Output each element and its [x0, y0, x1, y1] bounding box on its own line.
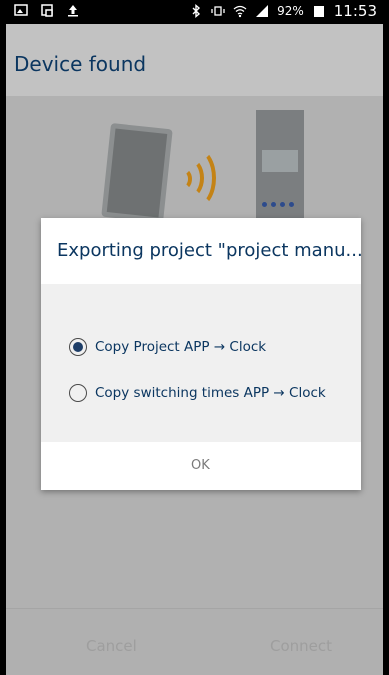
phone-illustration	[101, 123, 173, 223]
device-leds	[262, 202, 294, 207]
clock-device-illustration	[256, 110, 304, 218]
cast-icon	[41, 4, 53, 17]
dialog-title-bar: Exporting project "project manu...	[41, 218, 363, 284]
dialog-title: Exporting project "project manu...	[57, 240, 363, 261]
status-bar: 92% 11:53	[6, 0, 383, 24]
connect-button[interactable]: Connect	[270, 637, 332, 655]
option-copy-switching-times[interactable]: Copy switching times APP → Clock	[69, 384, 326, 402]
battery-icon	[313, 6, 324, 17]
vibrate-icon	[211, 6, 225, 16]
radio-unselected-icon[interactable]	[69, 384, 87, 402]
image-icon	[14, 4, 28, 16]
signal-wave-icon	[178, 148, 216, 208]
screen: 92% 11:53 Device found Cancel Connect Ex…	[6, 0, 383, 675]
ok-button[interactable]: OK	[41, 442, 361, 490]
upload-icon	[68, 5, 78, 17]
signal-icon	[256, 5, 269, 17]
bluetooth-icon	[192, 4, 201, 18]
device-display	[262, 150, 298, 172]
page-title: Device found	[14, 52, 147, 76]
battery-percent: 92%	[277, 4, 304, 18]
option-copy-project[interactable]: Copy Project APP → Clock	[69, 338, 266, 356]
export-dialog: Exporting project "project manu... Copy …	[41, 218, 363, 490]
app-bar: Device found	[6, 24, 383, 96]
clock: 11:53	[333, 2, 377, 20]
ok-label: OK	[191, 458, 210, 473]
radio-selected-icon[interactable]	[69, 338, 87, 356]
bottom-bar: Cancel Connect	[6, 608, 383, 675]
option-label: Copy Project APP → Clock	[95, 339, 267, 355]
wifi-icon	[233, 5, 247, 18]
option-label: Copy switching times APP → Clock	[95, 385, 326, 401]
cancel-button[interactable]: Cancel	[86, 637, 137, 655]
